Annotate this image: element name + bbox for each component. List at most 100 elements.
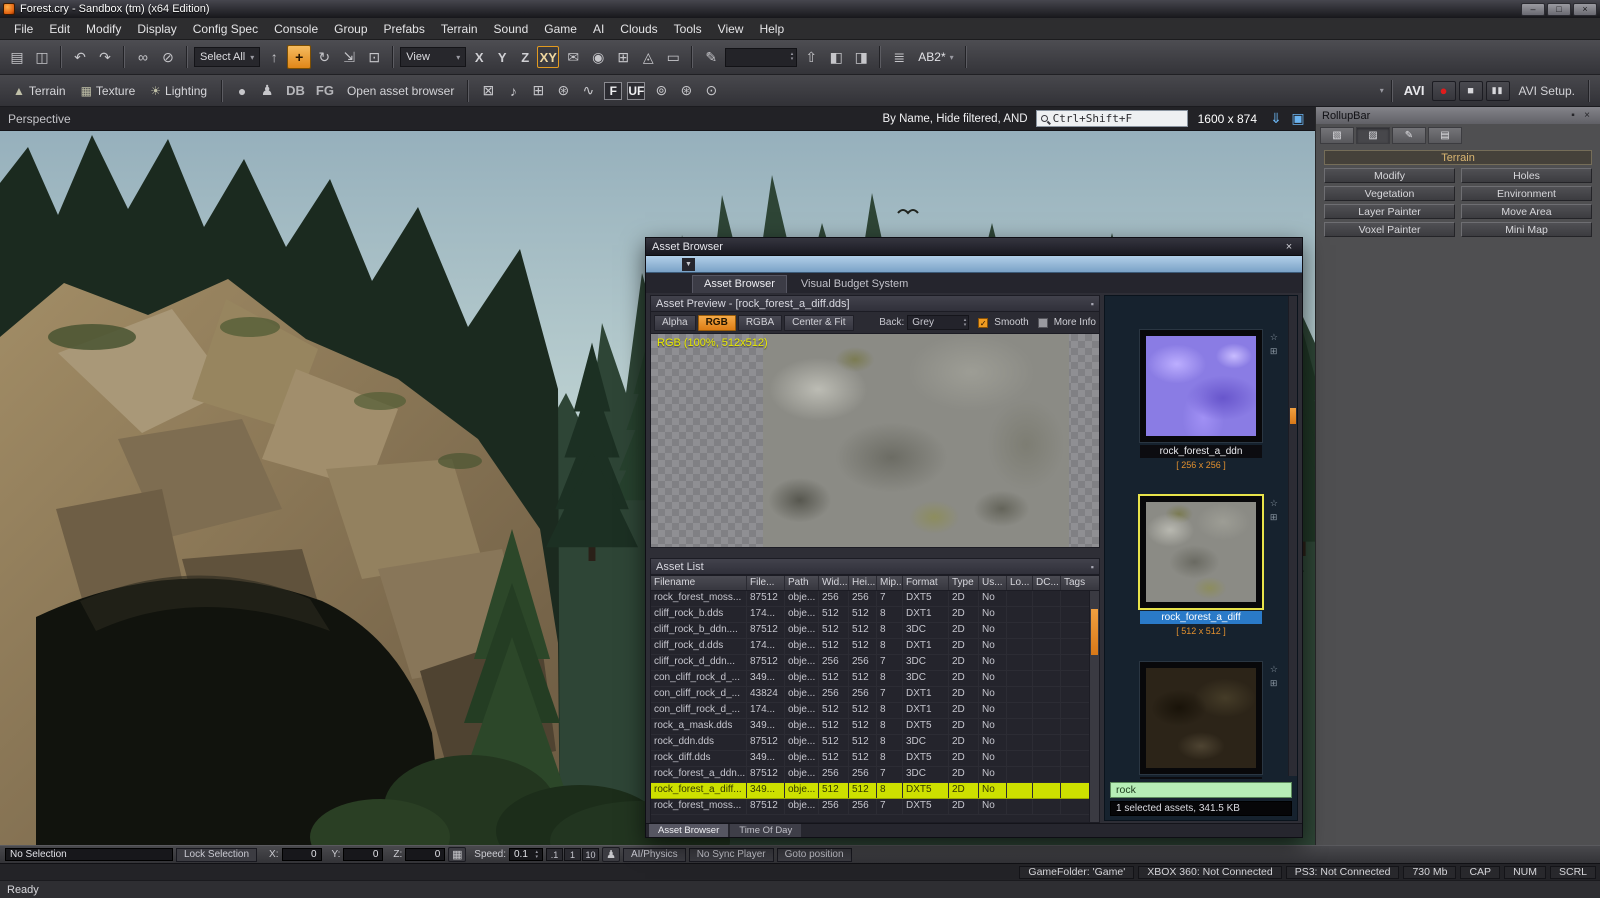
table-row[interactable]: cliff_rock_d.dds 174... obje... 512 512 … [651,639,1089,655]
column-header[interactable]: Type [949,576,979,590]
dock-tab-time-of-day[interactable]: Time Of Day [730,824,802,837]
thumbnail-rock-forest-a-diff[interactable]: rock_forest_a_diff [ 512 x 512 ] ☆ ⊞ [1140,496,1278,638]
table-row[interactable]: rock_diff.dds 349... obje... 512 512 8 D… [651,751,1089,767]
pause-button[interactable]: ▮▮ [1485,80,1510,101]
menu-clouds[interactable]: Clouds [612,19,665,39]
speed-preset-point1-button[interactable]: .1 [546,848,563,861]
track-view-icon[interactable]: ⊚ [649,79,673,103]
table-row[interactable]: con_cliff_rock_d_... 174... obje... 512 … [651,703,1089,719]
unlink-icon[interactable]: ⊘ [156,45,180,69]
table-scrollbar[interactable] [1089,591,1099,822]
freeze-button[interactable]: F [604,81,623,100]
asset-filter-options[interactable]: By Name, Hide filtered, AND [883,113,1028,125]
tag-icon[interactable]: ⊞ [1270,346,1278,357]
menu-sound[interactable]: Sound [486,19,537,39]
menu-group[interactable]: Group [326,19,375,39]
menu-modify[interactable]: Modify [78,19,129,39]
axis-x-button[interactable]: X [468,46,490,68]
rollup-tab-terrain[interactable]: ▨ [1356,127,1390,144]
column-header[interactable]: Filename [651,576,747,590]
ai-physics-button[interactable]: AI/Physics [623,847,686,862]
column-header[interactable]: Lo... [1007,576,1033,590]
table-row[interactable]: rock_forest_a_diff... 349... obje... 512… [651,783,1089,799]
speed-field[interactable]: 0.1 ▴ ▾ [509,848,543,861]
menu-config-spec[interactable]: Config Spec [185,19,266,39]
viewport-search-box[interactable]: Ctrl+Shift+F [1035,110,1188,127]
table-row[interactable]: con_cliff_rock_d_... 349... obje... 512 … [651,671,1089,687]
texture-button[interactable]: ▦ Texture [74,82,143,100]
open-asset-browser-button[interactable]: Open asset browser [341,84,460,98]
chevron-down-icon[interactable]: ▾ [1380,86,1384,95]
angle-snap-icon[interactable]: ◬ [636,45,660,69]
column-header[interactable]: Mip... [877,576,903,590]
rollup-tab-modelling[interactable]: ✎ [1392,127,1426,144]
scale-tool-icon[interactable]: ⇲ [337,45,361,69]
unfreeze-button[interactable]: UF [627,81,646,100]
rollup-layer-painter-button[interactable]: Layer Painter [1324,204,1455,219]
curve-editor-icon[interactable]: ∿ [576,79,600,103]
script-icon[interactable]: ✎ [699,45,723,69]
facial-editor-icon[interactable]: ⊛ [674,79,698,103]
minimize-button[interactable]: – [1521,2,1545,16]
collapse-caret-icon[interactable]: ▼ [682,258,695,271]
spinner-icon[interactable]: ▴ ▾ [964,317,967,328]
terrain-button[interactable]: ▲ Terrain [6,82,73,100]
column-header[interactable]: File... [747,576,785,590]
tag-icon[interactable]: ⊞ [1270,512,1278,523]
export-icon[interactable]: ⇧ [799,45,823,69]
particle-icon[interactable]: ⊛ [551,79,575,103]
menu-prefabs[interactable]: Prefabs [376,19,433,39]
y-coordinate-field[interactable]: 0 [343,848,384,861]
table-row[interactable]: con_cliff_rock_d_... 43824 obje... 256 2… [651,687,1089,703]
smooth-checkbox[interactable]: ✓ [978,317,989,328]
table-row[interactable]: rock_forest_moss... 87512 obje... 256 25… [651,591,1089,607]
menu-edit[interactable]: Edit [41,19,78,39]
favorite-star-icon[interactable]: ☆ [1270,498,1278,509]
fullscreen-icon[interactable]: ▣ [1289,110,1307,127]
pin-icon[interactable]: ▪ [1091,299,1094,309]
spinner-icon[interactable]: ▴ ▾ [791,52,794,62]
terrain-section-header[interactable]: Terrain [1324,150,1592,165]
menu-display[interactable]: Display [129,19,184,39]
grid-snap-icon[interactable]: ⊞ [526,79,550,103]
clone-icon[interactable]: ◧ [824,45,848,69]
menu-tools[interactable]: Tools [666,19,710,39]
column-header[interactable]: Us... [979,576,1007,590]
character-icon[interactable]: ♟ [255,79,279,103]
rollup-tab-objects[interactable]: ▧ [1320,127,1354,144]
view-dropdown[interactable]: View ▾ [400,47,467,67]
select-all-dropdown[interactable]: Select All ▾ [194,47,261,67]
more-info-checkbox[interactable] [1037,317,1048,328]
menu-help[interactable]: Help [751,19,792,39]
open-file-icon[interactable]: ▤ [5,45,29,69]
favorite-star-icon[interactable]: ☆ [1270,332,1278,343]
menu-view[interactable]: View [710,19,752,39]
scrollbar-thumb[interactable] [1091,609,1098,655]
menu-console[interactable]: Console [266,19,326,39]
material-sphere-icon[interactable]: ● [230,79,254,103]
redo-icon[interactable]: ↷ [93,45,117,69]
undo-icon[interactable]: ↶ [68,45,92,69]
favorite-star-icon[interactable]: ☆ [1270,664,1278,675]
table-row[interactable]: cliff_rock_d_ddn... 87512 obje... 256 25… [651,655,1089,671]
scrollbar-thumb[interactable] [1290,408,1296,424]
rollup-mini-map-button[interactable]: Mini Map [1461,222,1592,237]
thumbnail-scrollbar[interactable] [1288,296,1297,776]
table-row[interactable]: rock_a_mask.dds 349... obje... 512 512 8… [651,719,1089,735]
close-button[interactable]: × [1573,2,1597,16]
record-button[interactable]: ● [1431,80,1456,101]
column-header[interactable]: Hei... [849,576,877,590]
dock-tab-asset-browser[interactable]: Asset Browser [649,824,729,837]
column-header[interactable]: Tags [1061,576,1087,590]
material-preset-dropdown[interactable]: AB2* ▾ [913,50,958,64]
sound-icon[interactable]: ♪ [501,79,525,103]
rollup-vegetation-button[interactable]: Vegetation [1324,186,1455,201]
axis-xy-button[interactable]: XY [537,46,560,68]
flow-graph-button[interactable]: FG [312,83,338,98]
move-tool-icon[interactable]: + [287,45,312,69]
spinner-icon[interactable]: ▴ ▾ [535,849,538,860]
z-coordinate-field[interactable]: 0 [405,848,446,861]
selection-mask-icon[interactable]: ⊠ [476,79,500,103]
rollup-holes-button[interactable]: Holes [1461,168,1592,183]
table-row[interactable]: rock_ddn.dds 87512 obje... 512 512 8 3DC… [651,735,1089,751]
